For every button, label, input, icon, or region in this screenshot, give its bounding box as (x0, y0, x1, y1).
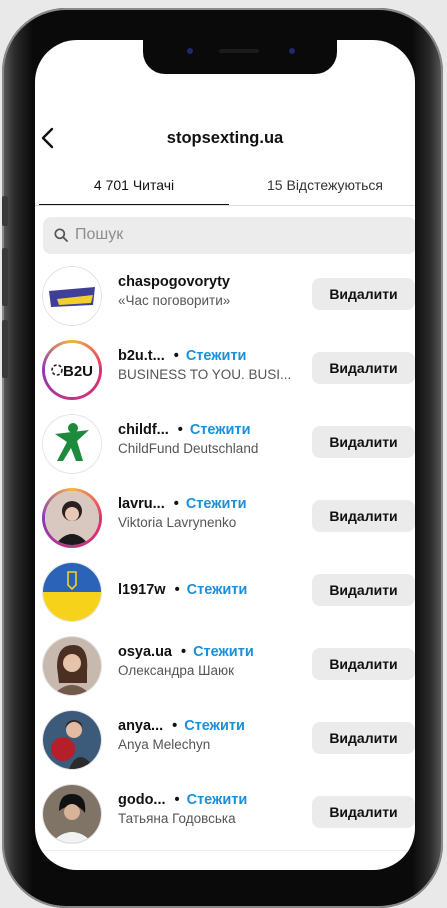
username[interactable]: l1917w (118, 582, 166, 598)
volume-up-button (2, 248, 8, 306)
follow-link[interactable]: Стежити (184, 718, 245, 734)
username[interactable]: chaspogovoryty (118, 274, 230, 290)
remove-button[interactable]: Видалити (312, 722, 415, 754)
tab-followers[interactable]: 4 701 Читачі (39, 170, 229, 200)
avatar[interactable]: B2U (42, 340, 102, 400)
display-name: Viktoria Lavrynenko (118, 515, 237, 530)
follow-link[interactable]: Стежити (187, 792, 248, 808)
display-name: Anya Melechyn (118, 737, 211, 752)
remove-button[interactable]: Видалити (312, 352, 415, 384)
user-info: l1917w • Стежити (118, 582, 248, 598)
bottom-divider (35, 850, 415, 851)
remove-button[interactable]: Видалити (312, 278, 415, 310)
chas-logo-icon (43, 267, 101, 325)
remove-button[interactable]: Видалити (312, 574, 415, 606)
list-item: godo... • Стежити Татьяна Годовська Видали… (35, 782, 415, 856)
remove-button[interactable]: Видалити (312, 426, 415, 458)
list-item: l1917w • Стежити Видалити (35, 560, 415, 634)
follow-link[interactable]: Стежити (190, 422, 251, 438)
search-placeholder: Пошук (75, 226, 124, 243)
list-item: childf... • Стежити ChildFund Deutschland … (35, 412, 415, 486)
avatar[interactable] (42, 266, 102, 326)
follow-link[interactable]: Стежити (187, 582, 248, 598)
user-info: chaspogovoryty «Час поговорити» (118, 274, 308, 308)
remove-button[interactable]: Видалити (312, 648, 415, 680)
list-item: osya.ua • Стежити Олександра Шаюк Видалити (35, 634, 415, 708)
username[interactable]: b2u.t... (118, 348, 165, 364)
header: stopsexting.ua (35, 40, 415, 190)
avatar[interactable] (42, 562, 102, 622)
ukraine-flag-icon (43, 563, 101, 621)
screen: stopsexting.ua 4 701 Читачі 15 Відстежую… (35, 40, 415, 870)
avatar[interactable] (42, 414, 102, 474)
childfund-logo-icon (43, 415, 101, 473)
user-info: childf... • Стежити ChildFund Deutschland (118, 422, 308, 456)
display-name: Татьяна Годовська (118, 811, 236, 826)
tab-following[interactable]: 15 Відстежуються (230, 170, 415, 200)
svg-text:B2U: B2U (63, 363, 93, 380)
remove-button[interactable]: Видалити (312, 796, 415, 828)
remove-button[interactable]: Видалити (312, 500, 415, 532)
display-name: ChildFund Deutschland (118, 441, 259, 456)
phone-frame: stopsexting.ua 4 701 Читачі 15 Відстежую… (2, 8, 443, 908)
username[interactable]: godo... (118, 792, 166, 808)
user-info: lavru... • Стежити Viktoria Lavrynenko (118, 496, 308, 530)
active-tab-indicator (39, 204, 229, 205)
follow-link[interactable]: Стежити (193, 644, 254, 660)
volume-down-button (2, 320, 8, 378)
username[interactable]: osya.ua (118, 644, 172, 660)
avatar[interactable] (42, 636, 102, 696)
display-name: «Час поговорити» (118, 293, 231, 308)
person-photo-icon (45, 491, 99, 545)
page-title: stopsexting.ua (166, 129, 284, 147)
list-item: lavru... • Стежити Viktoria Lavrynenko Вид… (35, 486, 415, 560)
list-item: anya... • Стежити Anya Melechyn Видалити (35, 708, 415, 782)
username[interactable]: anya... (118, 718, 163, 734)
tabs-divider (35, 205, 415, 206)
list-item: chaspogovoryty «Час поговорити» Видалити (35, 264, 415, 338)
username[interactable]: childf... (118, 422, 169, 438)
person-photo-icon (43, 785, 101, 843)
mute-switch (2, 196, 8, 226)
list-item: B2U b2u.t... • Стежити BUSINESS TO YOU. BU… (35, 338, 415, 412)
b2u-logo-icon: B2U (45, 343, 99, 397)
follow-link[interactable]: Стежити (186, 496, 247, 512)
avatar[interactable] (42, 488, 102, 548)
tabs: 4 701 Читачі 15 Відстежуються (35, 170, 415, 206)
user-info: b2u.t... • Стежити BUSINESS TO YOU. BUSI..… (118, 348, 308, 382)
person-photo-icon (43, 637, 101, 695)
user-info: osya.ua • Стежити Олександра Шаюк (118, 644, 308, 678)
user-info: godo... • Стежити Татьяна Годовська (118, 792, 308, 826)
display-name: Олександра Шаюк (118, 663, 235, 678)
person-photo-icon (43, 711, 101, 769)
search-icon (54, 228, 68, 242)
user-info: anya... • Стежити Anya Melechyn (118, 718, 308, 752)
display-name: BUSINESS TO YOU. BUSI... (118, 367, 292, 382)
avatar[interactable] (42, 710, 102, 770)
username[interactable]: lavru... (118, 496, 165, 512)
avatar[interactable] (42, 784, 102, 844)
search-input[interactable]: Пошук (43, 217, 415, 254)
follow-link[interactable]: Стежити (186, 348, 247, 364)
